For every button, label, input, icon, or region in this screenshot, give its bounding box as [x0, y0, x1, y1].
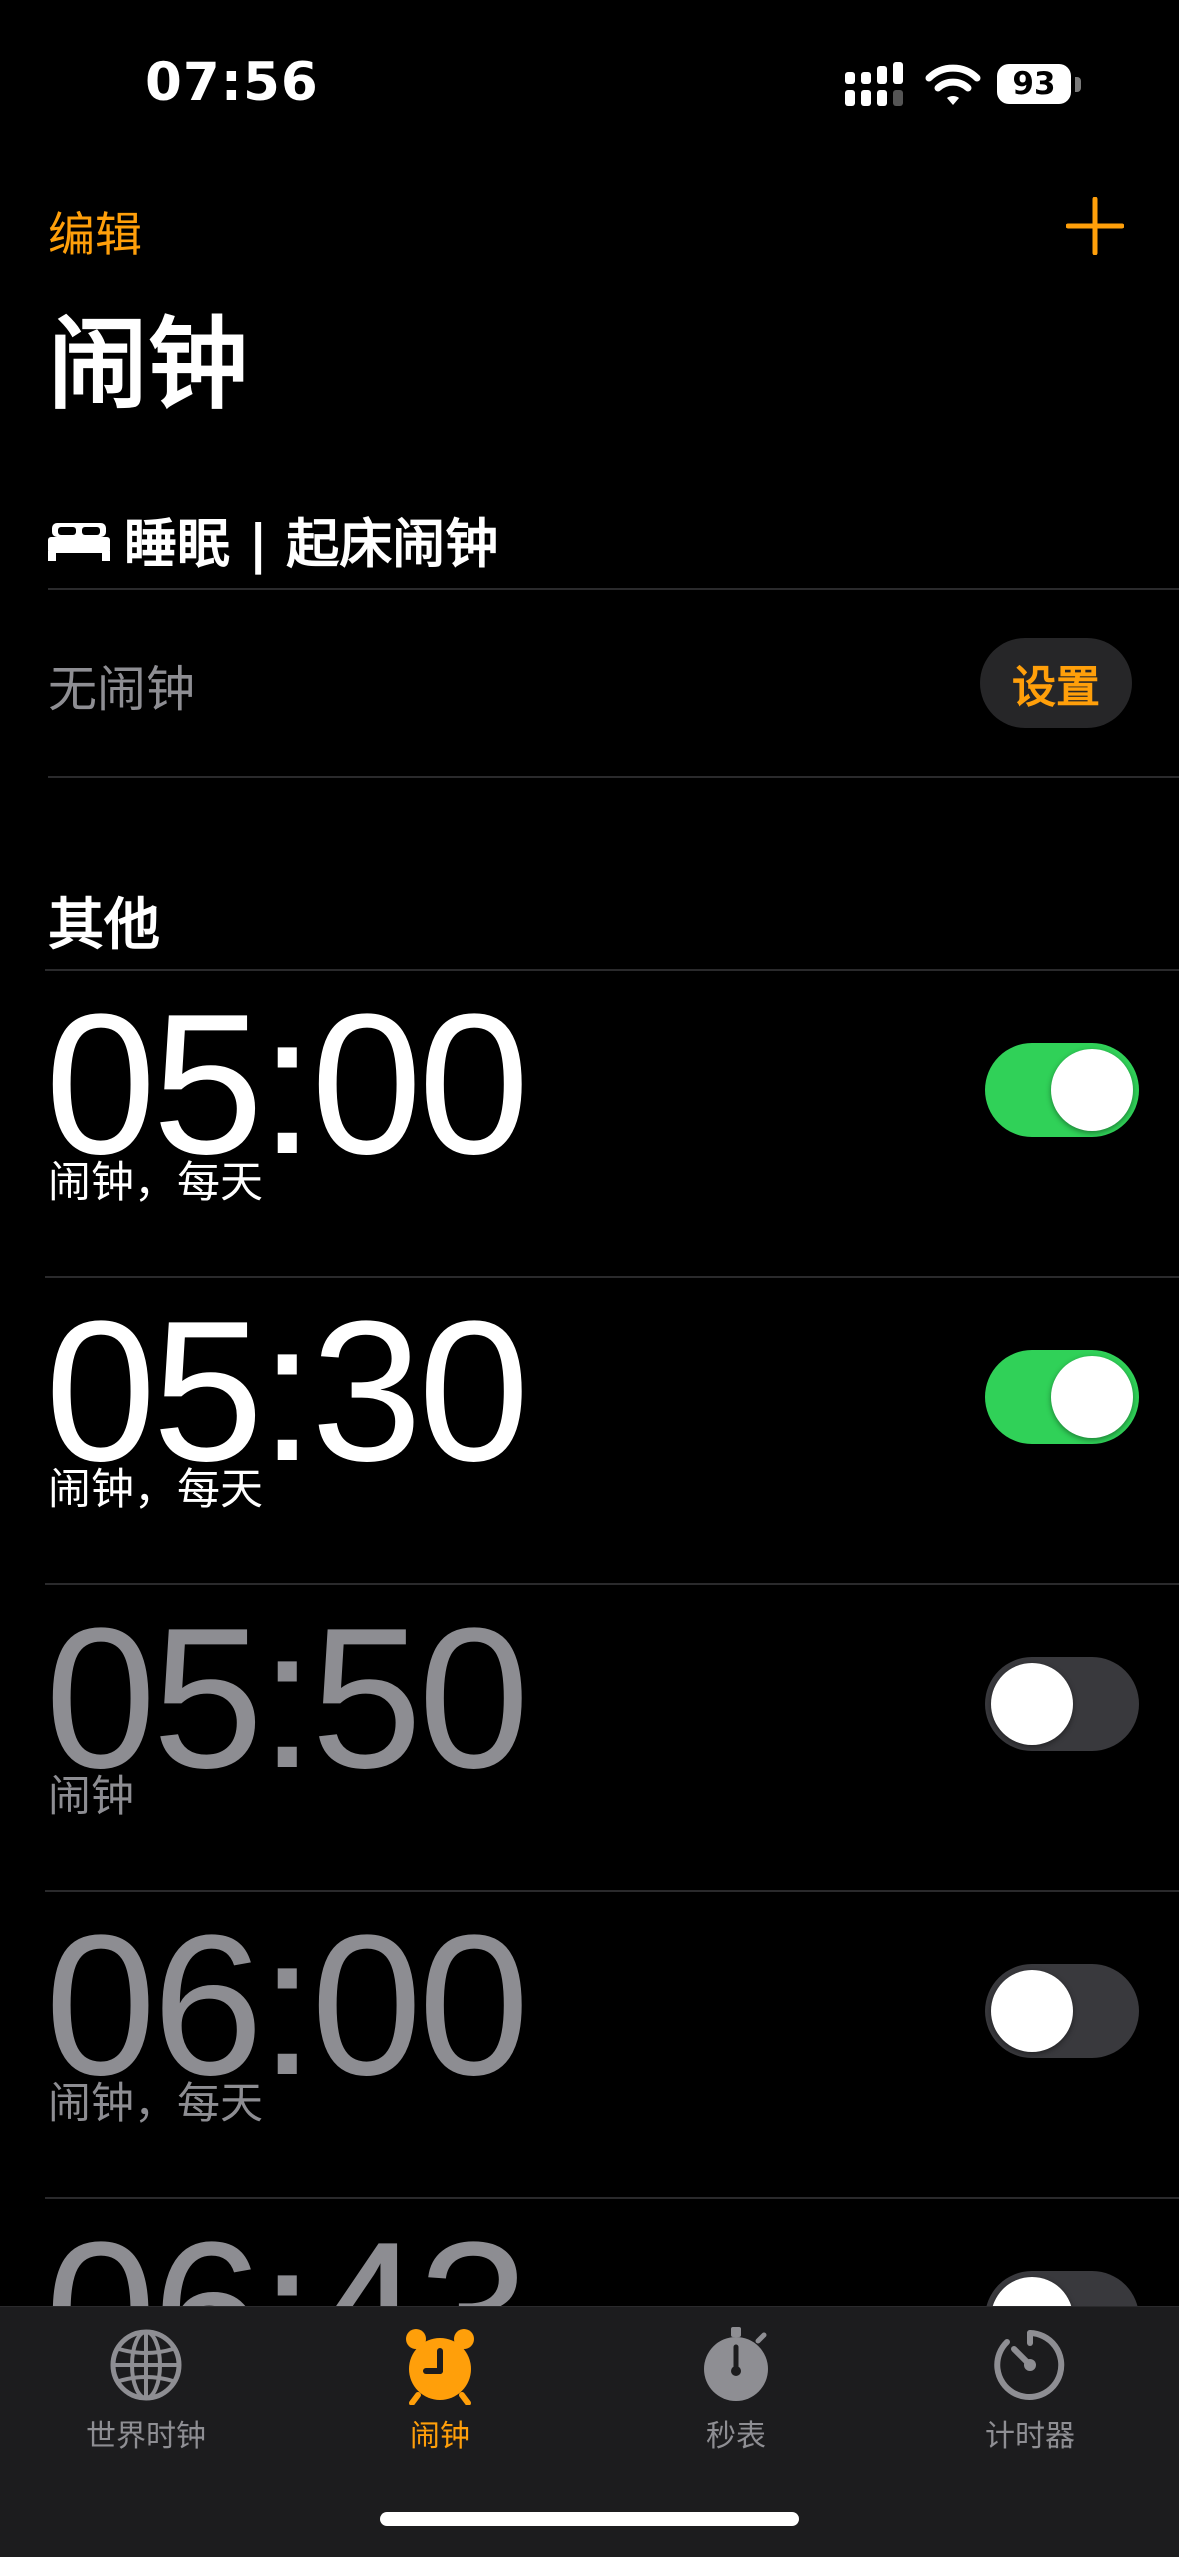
tab-stopwatch[interactable]: 秒表	[636, 2325, 836, 2465]
alarm-time: 05:30	[45, 1280, 529, 1503]
toggle-knob	[991, 1663, 1073, 1745]
page-title: 闹钟	[48, 306, 248, 423]
alarm-toggle[interactable]	[985, 1657, 1139, 1751]
alarm-toggle[interactable]	[985, 2271, 1139, 2306]
tab-label: 闹钟	[410, 2419, 470, 2454]
toggle-knob	[1051, 1049, 1133, 1131]
alarm-row[interactable]: 06:00 闹钟，每天	[45, 1891, 1179, 2197]
alarm-toggle[interactable]	[985, 1350, 1139, 1444]
alarm-time: 06:43	[45, 2213, 529, 2307]
alarm-toggle[interactable]	[985, 1964, 1139, 2058]
divider	[48, 588, 1179, 590]
battery-icon: 93	[997, 62, 1083, 108]
divider	[48, 776, 1179, 778]
toggle-knob	[991, 1970, 1073, 2052]
alarm-row[interactable]: 05:00 闹钟，每天	[45, 970, 1179, 1276]
other-section-title: 其他	[48, 893, 160, 958]
tab-label: 计时器	[985, 2419, 1075, 2454]
tab-label: 世界时钟	[86, 2419, 206, 2454]
tab-alarm[interactable]: 闹钟	[340, 2325, 540, 2465]
sleep-section-header: 睡眠 | 起床闹钟	[48, 505, 498, 575]
alarm-label: 闹钟	[48, 1772, 134, 1822]
alarm-clock-icon	[406, 2329, 474, 2405]
sleep-alarm-status: 无闹钟	[48, 661, 196, 718]
stopwatch-icon	[704, 2327, 768, 2401]
alarm-toggle[interactable]	[985, 1043, 1139, 1137]
alarm-row[interactable]: 05:50 闹钟	[45, 1584, 1179, 1890]
timer-icon	[994, 2330, 1065, 2400]
home-indicator[interactable]	[380, 2512, 799, 2526]
tab-label: 秒表	[706, 2419, 766, 2454]
alarm-row[interactable]: 05:30 闹钟，每天	[45, 1277, 1179, 1583]
battery-level: 93	[1012, 66, 1056, 102]
toggle-knob	[991, 2277, 1073, 2306]
sleep-setup-button[interactable]: 设置	[980, 638, 1132, 728]
alarm-time: 05:00	[45, 973, 529, 1196]
globe-icon	[110, 2329, 182, 2401]
bed-icon	[48, 523, 110, 561]
tab-timer[interactable]: 计时器	[930, 2325, 1130, 2465]
tab-world-clock[interactable]: 世界时钟	[46, 2325, 246, 2465]
toggle-knob	[1051, 1356, 1133, 1438]
alarm-row[interactable]: 06:43	[45, 2198, 1179, 2306]
wifi-icon	[925, 64, 981, 105]
status-time: 07:56	[145, 52, 319, 113]
alarm-label: 闹钟，每天	[48, 1465, 263, 1515]
plus-icon[interactable]	[1066, 197, 1124, 255]
alarm-time: 06:00	[45, 1894, 529, 2117]
status-bar: 07:56 93	[0, 0, 1179, 150]
sleep-section-title: 睡眠 | 起床闹钟	[124, 514, 499, 575]
alarm-time: 05:50	[45, 1587, 529, 1810]
edit-button[interactable]: 编辑	[48, 196, 142, 265]
alarm-label: 闹钟，每天	[48, 2079, 263, 2129]
cellular-signal-icon	[845, 62, 903, 106]
alarm-label: 闹钟，每天	[48, 1158, 263, 1208]
